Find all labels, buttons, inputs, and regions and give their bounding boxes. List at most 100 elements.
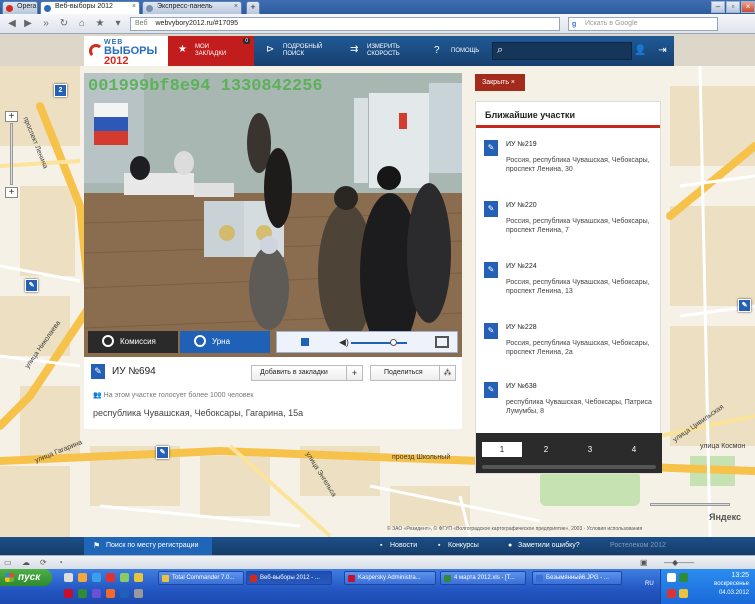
clock-time[interactable]: 13:25 [731,572,749,579]
browser-tabbar: Opera Веб-выборы 2012 × Экспресс-панель … [0,0,755,14]
quicklaunch-icon[interactable] [106,589,115,598]
image-viewer-icon [536,575,543,582]
zoom-in-button[interactable]: + [5,111,18,122]
yandex-logo: Яндекс [709,512,742,522]
bookmarks-count-badge: 0 [243,38,250,44]
quicklaunch-icon[interactable] [92,573,101,582]
taskbar-button[interactable]: Безымянный6.JPG - ... [532,571,622,585]
footer-news-link[interactable]: ▪ Новости [380,537,417,555]
quicklaunch-icon[interactable] [134,573,143,582]
volume-slider-knob[interactable] [390,339,397,346]
cluster-marker[interactable]: 2 [54,84,67,97]
cloud-icon[interactable]: ☁ [22,558,30,567]
tray-icon[interactable] [679,573,688,582]
nearest-stations-panel: Ближайшие участки ✎ ИУ №219 Россия, респ… [475,101,662,474]
user-icon[interactable]: 👤 [630,36,651,66]
quicklaunch-icon[interactable] [134,589,143,598]
site-logo[interactable]: WEB ВЫБОРЫ 2012 [84,36,168,67]
camera-commission-button[interactable]: Комиссия [88,331,178,353]
taskbar-button[interactable]: Kaspersky Administra... [344,571,436,585]
kaspersky-icon [348,575,355,582]
close-tab-icon[interactable]: × [234,3,238,10]
footer-contests-link[interactable]: ▪ Конкурсы [438,537,479,555]
language-indicator[interactable]: RU [645,581,654,587]
zoom-out-button[interactable]: + [5,187,18,198]
page-button-2[interactable]: 2 [526,442,566,457]
stop-icon[interactable] [301,338,309,346]
page-button-3[interactable]: 3 [570,442,610,457]
reload-icon[interactable]: ↻ [58,18,70,30]
video-controls: Комиссия Урна ◀) [88,331,458,353]
panel-toggle-icon[interactable]: ▾ [112,18,124,30]
pager-scrollbar[interactable] [482,465,656,469]
zoom-control: + + [5,111,18,199]
fullscreen-icon[interactable] [435,336,449,348]
close-panel-button[interactable]: Закрыть × [475,74,525,91]
camera-urn-button[interactable]: Урна [180,331,270,353]
logout-icon[interactable]: ⇥ [652,36,673,66]
maximize-icon[interactable]: ▫ [726,1,740,13]
turbo-icon[interactable]: ◔ [58,558,63,567]
tray-icon[interactable] [679,589,688,598]
browser-statusbar: ▭ ☁ ⟳ ◔ ▣ —◆—— [0,555,755,569]
page-button-1[interactable]: 1 [482,442,522,457]
tray-icon[interactable] [667,573,676,582]
station-marker-icon[interactable]: ✎ [738,299,751,312]
tab-opera-menu[interactable]: Opera [2,1,38,14]
map-copyright: © ЗАО «Резидент», © ФГУП «Волгоградское … [387,526,643,532]
footer-report-error-link[interactable]: ● Заметили ошибку? [508,537,580,555]
address-input[interactable]: Веб webvybory2012.ru/#17095 [130,17,560,31]
back-icon[interactable]: ◀ [6,18,18,30]
page-button-4[interactable]: 4 [614,442,654,457]
site-footer: ⚑ Поиск по месту регистрации ▪ Новости ▪ К… [0,537,755,555]
nav-help[interactable]: ? ПОМОЩЬ [424,36,488,66]
panel-icon[interactable]: ▭ [4,558,12,567]
nav-detailed-search[interactable]: ⊳ ПОДРОБНЫЙ ПОИСК [256,36,336,66]
minimize-icon[interactable]: – [711,1,725,13]
nav-my-bookmarks[interactable]: ★ МОИ ЗАКЛАДКИ 0 [168,36,254,66]
tab-speed-dial[interactable]: Экспресс-панель × [142,1,242,14]
quicklaunch-icon[interactable] [106,573,115,582]
quicklaunch-icon[interactable] [78,589,87,598]
share-button[interactable]: Поделиться ⁂ [370,365,456,381]
taskbar-button[interactable]: Total Commander 7.0... [158,571,244,585]
browser-toolbar: ◀ ▶ » ↻ ⌂ ★ ▾ Веб webvybory2012.ru/#17095… [0,14,755,34]
new-tab-button[interactable]: + [246,1,260,14]
zoom-slider-icon[interactable]: —◆—— [664,558,694,567]
site-search-input[interactable]: ⌕ [492,42,632,60]
quicklaunch-icon[interactable] [64,573,73,582]
zoom-slider[interactable] [10,123,13,185]
taskbar-button[interactable]: 4 марта 2012.xls - [Т... [440,571,526,585]
station-marker-icon[interactable]: ✎ [25,279,38,292]
bookmark-star-icon[interactable]: ★ [94,18,106,30]
speed-icon: ⇉ [350,44,359,55]
fast-forward-icon[interactable]: » [40,18,52,30]
window-close-icon[interactable]: × [741,1,755,13]
quicklaunch-icon[interactable] [92,589,101,598]
tab-webvybory[interactable]: Веб-выборы 2012 × [40,1,140,14]
sync-icon[interactable]: ⟳ [40,558,47,567]
google-icon: g [572,21,577,28]
quicklaunch-icon[interactable] [120,573,129,582]
close-tab-icon[interactable]: × [132,3,136,10]
street-label: улица Космон [700,443,746,450]
view-icon[interactable]: ▣ [640,558,648,567]
volume-slider[interactable] [351,342,407,344]
add-bookmark-button[interactable]: Добавить в закладки + [251,365,363,381]
quicklaunch-icon[interactable] [120,589,129,598]
forward-icon[interactable]: ▶ [22,18,34,30]
quicklaunch-icon[interactable] [64,589,73,598]
web-search-input[interactable]: g Искать в Google [568,17,718,31]
opera-icon [6,5,13,12]
nav-measure-speed[interactable]: ⇉ ИЗМЕРИТЬ СКОРОСТЬ [340,36,420,66]
home-icon[interactable]: ⌂ [76,18,88,30]
station-marker-icon[interactable]: ✎ [156,446,169,459]
taskbar-button[interactable]: Веб-выборы 2012 - ... [246,571,332,585]
start-button[interactable]: пуск [0,569,52,586]
camera-feed[interactable]: 001999bf8e94 1330842256 Комиссия Урна ◀) [84,73,462,357]
search-by-registration-button[interactable]: ⚑ Поиск по месту регистрации [84,537,212,555]
quicklaunch-icon[interactable] [78,573,87,582]
volume-icon[interactable]: ◀) [339,337,349,348]
share-icon: ⁂ [439,366,455,380]
tray-icon[interactable] [667,589,676,598]
